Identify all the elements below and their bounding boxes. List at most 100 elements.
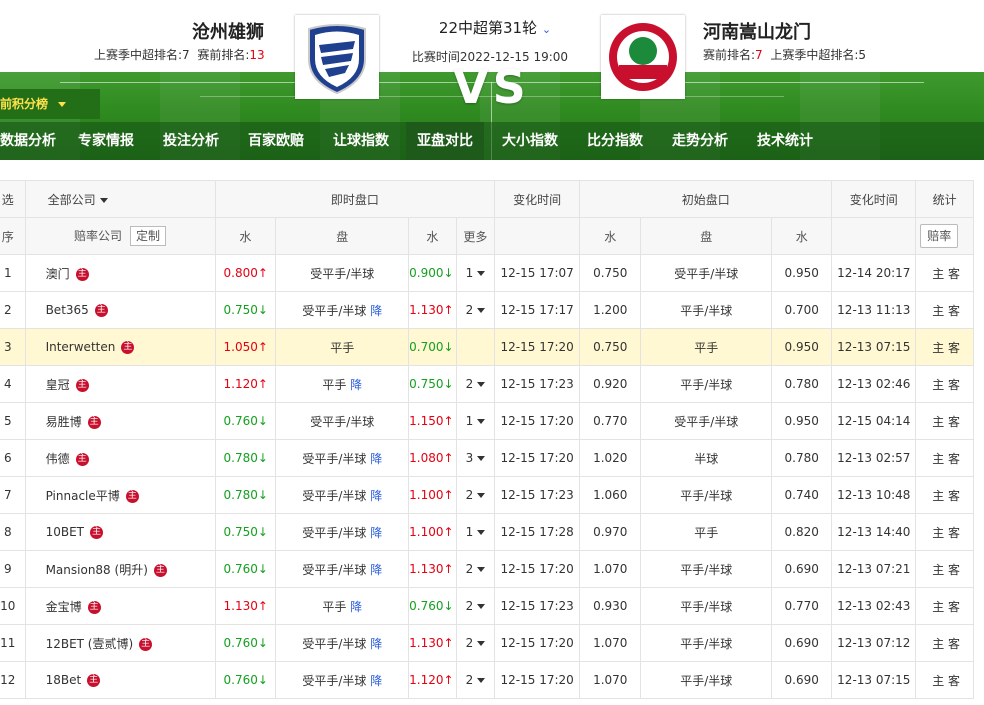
nav-over-under[interactable]: 大小指数: [496, 122, 564, 160]
company-cell[interactable]: 易胜博主: [24, 402, 216, 440]
company-name[interactable]: 18Bet: [46, 673, 82, 687]
table-row[interactable]: 2 Bet365 主 0.750↓ 受平手/半球 降 1.130↑ 2 12-15 17:17…: [0, 291, 974, 329]
table-row[interactable]: 10 金宝博主 1.130↑ 平手 降 0.760↓ 2 12-15 17:23 0.930 平…: [0, 587, 974, 625]
company-name[interactable]: Interwetten: [46, 340, 116, 354]
nav-data-analysis[interactable]: 数据分析: [0, 122, 62, 160]
initial-away-water: 0.780: [770, 365, 833, 403]
live-home-water: 1.120↑: [214, 365, 277, 403]
table-row[interactable]: 5 易胜博主 0.760↓ 受平手/半球 1.150↑ 1 12-15 17:20 0.770…: [0, 402, 974, 440]
home-away-stats[interactable]: 主 客: [915, 513, 974, 551]
company-filter[interactable]: 全部公司: [24, 180, 216, 218]
company-name[interactable]: 12BET (壹贰博): [46, 637, 134, 651]
drop-tag: 降: [370, 636, 383, 651]
home-away-stats[interactable]: 主 客: [915, 661, 974, 699]
company-cell[interactable]: 12BET (壹贰博) 主: [24, 624, 216, 662]
company-cell[interactable]: Bet365 主: [24, 291, 216, 329]
home-team-name[interactable]: 沧州雄狮: [192, 18, 264, 44]
away-team-logo[interactable]: [601, 15, 685, 99]
company-cell[interactable]: 18Bet 主: [24, 661, 216, 699]
nav-trend-analysis[interactable]: 走势分析: [666, 122, 734, 160]
home-away-stats[interactable]: 主 客: [915, 402, 974, 440]
company-name[interactable]: 皇冠: [46, 378, 70, 392]
home-badge-icon: 主: [94, 304, 108, 317]
company-cell[interactable]: Pinnacle平博主: [24, 476, 216, 514]
stats-select[interactable]: 赔率: [915, 217, 974, 255]
more-dropdown[interactable]: 1: [455, 513, 496, 551]
table-row[interactable]: 4 皇冠主 1.120↑ 平手 降 0.750↓ 2 12-15 17:23 0.920 平手/…: [0, 365, 974, 403]
chevron-down-icon[interactable]: ⌄: [542, 23, 551, 36]
home-away-stats[interactable]: 主 客: [915, 254, 974, 292]
company-name[interactable]: 澳门: [46, 267, 70, 281]
nav-asian-handicap[interactable]: 亚盘对比: [406, 122, 484, 160]
company-cell[interactable]: 伟德主: [24, 439, 216, 477]
table-row[interactable]: 1 澳门主 0.800↑ 受平手/半球 0.900↓ 1 12-15 17:07 0.750 受…: [0, 254, 974, 292]
company-name[interactable]: Bet365: [46, 303, 89, 317]
company-cell[interactable]: Interwetten 主: [24, 328, 216, 366]
customize-button[interactable]: 定制: [130, 226, 167, 246]
table-row[interactable]: 6 伟德主 0.780↓ 受平手/半球 降 1.080↑ 3 12-15 17:20 1.02…: [0, 439, 974, 477]
nav-european-odds[interactable]: 百家欧赔: [242, 122, 310, 160]
home-away-stats[interactable]: 主 客: [915, 365, 974, 403]
company-cell[interactable]: 澳门主: [24, 254, 216, 292]
table-row[interactable]: 3 Interwetten 主 1.050↑ 平手 0.700↓ 12-15 17:20 0.…: [0, 328, 974, 366]
nav-tech-stats[interactable]: 技术统计: [751, 122, 819, 160]
initial-change-time: 12-13 07:15: [831, 661, 917, 699]
company-cell[interactable]: 金宝博主: [24, 587, 216, 625]
more-dropdown[interactable]: 2: [455, 365, 496, 403]
company-name[interactable]: 10BET: [46, 525, 84, 539]
table-row[interactable]: 12 18Bet 主 0.760↓ 受平手/半球 降 1.120↑ 2 12-15 17:20…: [0, 661, 974, 699]
table-row[interactable]: 7 Pinnacle平博主 0.780↓ 受平手/半球 降 1.100↑ 2 12-15 1…: [0, 476, 974, 514]
live-change-time: 12-15 17:17: [494, 291, 581, 329]
points-table-dropdown[interactable]: 赛前积分榜: [0, 89, 100, 119]
match-round[interactable]: 22中超第31轮 ⌄: [410, 17, 580, 38]
live-change-time: 12-15 17:20: [494, 550, 581, 588]
company-name[interactable]: Mansion88 (明升): [46, 563, 148, 577]
arrow-up-icon: ↑: [257, 599, 268, 613]
row-number: 1: [0, 254, 26, 292]
home-badge-icon: 主: [139, 637, 153, 651]
live-handicap: 受平手/半球 降: [275, 291, 410, 329]
company-cell[interactable]: Mansion88 (明升) 主: [24, 550, 216, 588]
select-header[interactable]: 选: [0, 180, 26, 218]
home-away-stats[interactable]: 主 客: [915, 476, 974, 514]
nav-handicap-index[interactable]: 让球指数: [327, 122, 395, 160]
nav-betting-analysis[interactable]: 投注分析: [157, 122, 225, 160]
more-dropdown[interactable]: 1: [455, 402, 496, 440]
initial-change-time: 12-13 07:21: [831, 550, 917, 588]
table-row[interactable]: 8 10BET 主 0.750↓ 受平手/半球 降 1.100↑ 1 12-15 17:28 0…: [0, 513, 974, 551]
more-dropdown[interactable]: 2: [455, 624, 496, 662]
home-away-stats[interactable]: 主 客: [915, 291, 974, 329]
more-dropdown[interactable]: 2: [455, 661, 496, 699]
home-away-stats[interactable]: 主 客: [915, 624, 974, 662]
company-name[interactable]: Pinnacle平博: [46, 489, 120, 503]
more-dropdown[interactable]: 3: [455, 439, 496, 477]
company-name[interactable]: 伟德: [46, 452, 70, 466]
initial-water2-header: 水: [770, 217, 833, 255]
home-team-logo[interactable]: [295, 15, 379, 99]
home-away-stats[interactable]: 主 客: [915, 439, 974, 477]
company-cell[interactable]: 皇冠主: [24, 365, 216, 403]
more-header: 更多: [455, 217, 496, 255]
home-away-stats[interactable]: 主 客: [915, 328, 974, 366]
initial-home-water: 1.020: [579, 439, 642, 477]
table-row[interactable]: 11 12BET (壹贰博) 主 0.760↓ 受平手/半球 降 1.130↑ 2 12-15…: [0, 624, 974, 662]
home-away-stats[interactable]: 主 客: [915, 587, 974, 625]
more-dropdown[interactable]: [455, 328, 496, 366]
away-team-name[interactable]: 河南嵩山龙门: [703, 18, 811, 44]
company-name[interactable]: 金宝博: [46, 600, 82, 614]
company-name[interactable]: 易胜博: [46, 415, 82, 429]
home-away-stats[interactable]: 主 客: [915, 550, 974, 588]
company-cell[interactable]: 10BET 主: [24, 513, 216, 551]
more-dropdown[interactable]: 2: [455, 291, 496, 329]
nav-score-index[interactable]: 比分指数: [581, 122, 649, 160]
table-row[interactable]: 9 Mansion88 (明升) 主 0.760↓ 受平手/半球 降 1.130↑ 2 12-…: [0, 550, 974, 588]
more-dropdown[interactable]: 2: [455, 550, 496, 588]
more-dropdown[interactable]: 2: [455, 476, 496, 514]
nav-expert-info[interactable]: 专家情报: [72, 122, 140, 160]
more-dropdown[interactable]: 2: [455, 587, 496, 625]
live-home-water: 1.050↑: [214, 328, 277, 366]
no-header: 序: [0, 217, 26, 255]
arrow-down-icon: ↓: [257, 303, 268, 317]
live-home-water: 0.800↑: [214, 254, 277, 292]
more-dropdown[interactable]: 1: [455, 254, 496, 292]
